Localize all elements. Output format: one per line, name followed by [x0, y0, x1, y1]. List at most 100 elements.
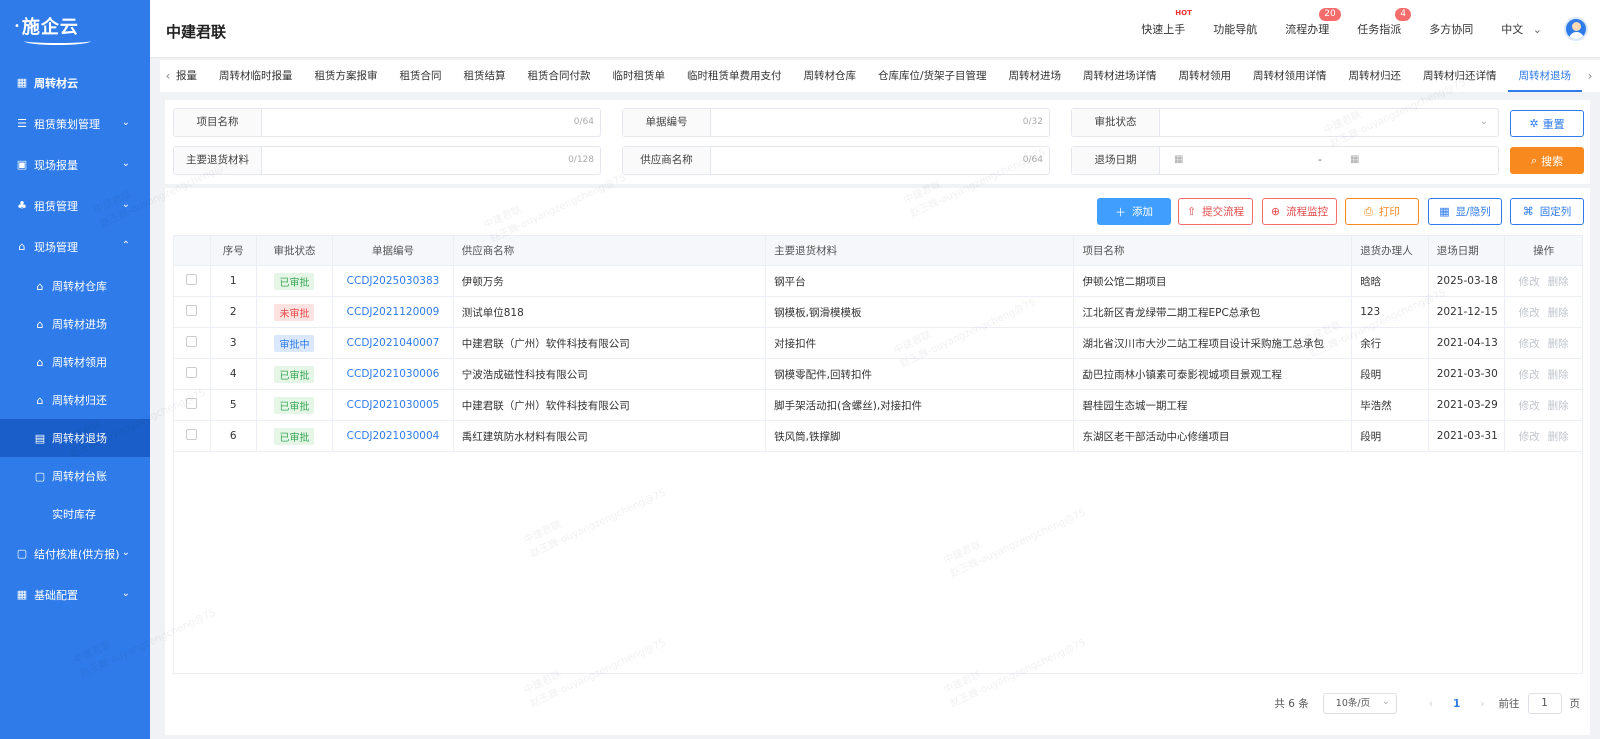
prev-page-icon[interactable]: ‹	[1429, 698, 1433, 710]
tab-item[interactable]: 临时租赁单费用支付	[676, 60, 793, 92]
next-page-icon[interactable]: ›	[1480, 698, 1484, 710]
task-link[interactable]: 任务指派 4	[1357, 8, 1412, 37]
current-page[interactable]: 1	[1453, 698, 1460, 710]
exit-date-range[interactable]: ▦ - ▦	[1160, 147, 1498, 174]
language-select[interactable]: 中文 ⌄	[1501, 21, 1542, 37]
reset-button[interactable]: ✲ 重置	[1510, 110, 1584, 137]
quick-start-link[interactable]: 快速上手 HOT	[1141, 9, 1192, 37]
doc-code-link[interactable]: CCDJ2021030004	[347, 430, 440, 442]
sidebar-item-site-report[interactable]: ▣ 现场报量 ⌄	[0, 144, 150, 185]
function-nav-link[interactable]: 功能导航	[1213, 21, 1257, 37]
tab-item[interactable]: 周转材进场	[998, 60, 1073, 92]
print-button[interactable]: ⎙ 打印	[1345, 198, 1419, 225]
page-unit-label: 页	[1569, 698, 1581, 710]
edit-link[interactable]: 修改	[1519, 369, 1540, 381]
cell-material: 钢模板,钢滑模模板	[765, 296, 1075, 328]
row-checkbox[interactable]	[186, 305, 198, 316]
delete-link[interactable]: 删除	[1548, 338, 1569, 350]
row-checkbox[interactable]	[186, 336, 198, 347]
doc-no-input[interactable]: 0/32	[711, 109, 1049, 136]
sidebar-item-exit[interactable]: ▤ 周转材退场	[0, 419, 150, 457]
edit-link[interactable]: 修改	[1519, 431, 1540, 443]
sidebar-item-home[interactable]: ▦ 周转材云	[0, 62, 150, 103]
edit-link[interactable]: 修改	[1519, 307, 1540, 319]
chevron-left-icon[interactable]: ‹	[160, 69, 176, 83]
tab-item[interactable]: 周转材领用	[1168, 60, 1243, 92]
tab-item[interactable]: 租赁合同付款	[517, 60, 602, 92]
sidebar-item-warehouse[interactable]: ⌂ 周转材仓库	[0, 267, 150, 305]
search-button[interactable]: ⌕ 搜索	[1510, 147, 1584, 174]
column-header: 序号	[209, 235, 257, 266]
sidebar-item-config[interactable]: ▦ 基础配置 ⌄	[0, 574, 150, 615]
sidebar-item-return[interactable]: ⌂ 周转材归还	[0, 381, 150, 419]
chevron-right-icon[interactable]: ›	[1582, 69, 1598, 83]
row-checkbox[interactable]	[186, 429, 198, 440]
field-label: 主要退货材料	[174, 147, 262, 174]
tab-item[interactable]: 临时租赁单	[602, 60, 677, 92]
add-button[interactable]: ＋ 添加	[1097, 198, 1171, 225]
cell-date: 2025-03-18	[1427, 265, 1506, 297]
column-header: 退场日期	[1427, 235, 1506, 266]
table-row: 5 已审批 CCDJ2021030005 中建君联（广州）软件科技有限公司 脚手…	[173, 389, 1583, 421]
tab-active[interactable]: 周转材退场	[1507, 60, 1583, 92]
tab-item[interactable]: 周转材进场详情	[1072, 60, 1168, 92]
sidebar-item-stock[interactable]: 实时库存	[0, 495, 150, 533]
column-header: 退货办理人	[1351, 235, 1429, 266]
status-badge: 已审批	[274, 427, 315, 445]
sidebar-item-lease-plan[interactable]: ☰ 租赁策划管理 ⌄	[0, 103, 150, 144]
fix-columns-label: 固定列	[1539, 206, 1572, 218]
tab-item[interactable]: 仓库库位/货架子目管理	[867, 60, 998, 92]
doc-code-link[interactable]: CCDJ2021040007	[347, 337, 440, 349]
approval-status-select[interactable]: ⌄	[1160, 109, 1498, 136]
tab-item[interactable]: 周转材临时报量	[208, 60, 304, 92]
tab-item[interactable]: 租赁结算	[453, 60, 517, 92]
sidebar-menu: ▦ 周转材云 ☰ 租赁策划管理 ⌄ ▣ 现场报量 ⌄ ♣ 租赁管理 ⌄ ⌂ 现场…	[0, 62, 150, 615]
project-name-input[interactable]: 0/64	[262, 109, 600, 136]
tab-item[interactable]: 周转材归还	[1338, 60, 1413, 92]
flow-link[interactable]: 流程办理 20	[1285, 8, 1341, 37]
row-checkbox[interactable]	[186, 274, 198, 285]
fix-columns-button[interactable]: ⌘ 固定列	[1510, 198, 1584, 225]
delete-link[interactable]: 删除	[1548, 276, 1569, 288]
edit-link[interactable]: 修改	[1519, 400, 1540, 412]
tab-item[interactable]: 租赁方案报审	[304, 60, 389, 92]
row-checkbox[interactable]	[186, 367, 198, 378]
flow-monitor-button[interactable]: ⊕ 流程监控	[1262, 198, 1337, 225]
delete-link[interactable]: 删除	[1548, 307, 1569, 319]
submit-flow-button[interactable]: ⇧ 提交流程	[1178, 198, 1253, 225]
user-avatar[interactable]	[1564, 17, 1588, 41]
doc-code-link[interactable]: CCDJ2021030006	[347, 368, 440, 380]
cell-project: 伊顿公馆二期项目	[1073, 265, 1353, 297]
delete-link[interactable]: 删除	[1548, 369, 1569, 381]
row-checkbox[interactable]	[186, 398, 198, 409]
page-size-select[interactable]: 10条/页	[1322, 692, 1397, 714]
doc-code-link[interactable]: CCDJ2025030383	[347, 275, 440, 287]
sidebar-item-enter[interactable]: ⌂ 周转材进场	[0, 305, 150, 343]
doc-code-link[interactable]: CCDJ2021120009	[347, 306, 440, 318]
tab-item[interactable]: 报量	[176, 60, 208, 92]
sidebar-item-settle[interactable]: ▢ 结付核准(供方报) ⌄	[0, 533, 150, 574]
delete-link[interactable]: 删除	[1548, 400, 1569, 412]
edit-link[interactable]: 修改	[1519, 338, 1540, 350]
config-icon: ▦	[16, 588, 28, 601]
report-icon: ▣	[16, 158, 28, 171]
flow-label: 流程办理	[1285, 23, 1330, 36]
tab-item[interactable]: 周转材归还详情	[1412, 60, 1508, 92]
tab-item[interactable]: 周转材领用详情	[1242, 60, 1338, 92]
sidebar-item-receive[interactable]: ⌂ 周转材领用	[0, 343, 150, 381]
sidebar-item-ledger[interactable]: ▢ 周转材台账	[0, 457, 150, 495]
toggle-columns-button[interactable]: ▦ 显/隐列	[1428, 198, 1502, 225]
edit-link[interactable]: 修改	[1519, 276, 1540, 288]
field-label: 供应商名称	[623, 147, 711, 174]
supplier-input[interactable]: 0/64	[711, 147, 1049, 174]
collab-link[interactable]: 多方协同	[1429, 21, 1473, 37]
collab-label: 多方协同	[1429, 23, 1474, 36]
tab-item[interactable]: 周转材仓库	[793, 60, 868, 92]
sidebar-item-lease-mgmt[interactable]: ♣ 租赁管理 ⌄	[0, 185, 150, 226]
tab-item[interactable]: 租赁合同	[389, 60, 453, 92]
material-input[interactable]: 0/128	[262, 147, 600, 174]
doc-code-link[interactable]: CCDJ2021030005	[347, 399, 440, 411]
delete-link[interactable]: 删除	[1548, 431, 1569, 443]
goto-page-input[interactable]: 1	[1527, 693, 1562, 714]
sidebar-item-site-mgmt[interactable]: ⌂ 现场管理 ⌃	[0, 226, 150, 267]
